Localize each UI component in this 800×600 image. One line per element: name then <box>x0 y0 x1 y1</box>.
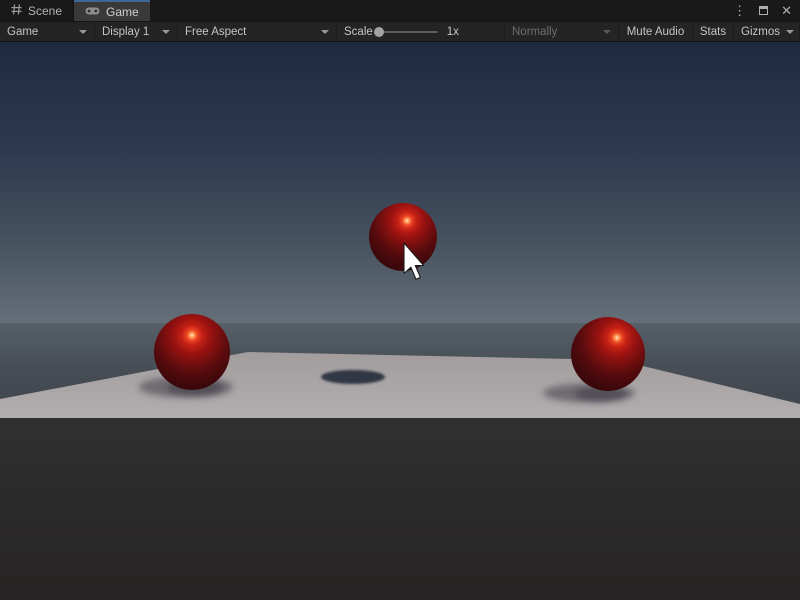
stats-label: Stats <box>700 26 726 38</box>
scale-slider-knob[interactable] <box>374 27 384 37</box>
view-mode-dropdown[interactable]: Game <box>0 22 95 41</box>
rendered-scene <box>0 42 800 600</box>
near-dark-ground <box>0 418 800 600</box>
red-sphere-left <box>154 314 230 390</box>
chevron-down-icon <box>321 30 329 34</box>
game-viewport[interactable] <box>0 42 800 600</box>
enter-play-mode-label: Normally <box>512 26 557 38</box>
tab-scene-label: Scene <box>28 4 62 18</box>
close-icon[interactable]: ✕ <box>781 3 792 19</box>
more-options-icon[interactable]: ⋮ <box>733 3 746 19</box>
gizmos-label: Gizmos <box>741 26 780 38</box>
center-sphere-shadow <box>321 370 385 384</box>
view-mode-label: Game <box>7 26 38 38</box>
enter-play-mode-dropdown[interactable]: Normally <box>505 22 619 41</box>
tab-scene[interactable]: Scene <box>0 0 74 21</box>
red-sphere-right <box>571 317 645 391</box>
tab-bar: Scene Game ⋮ ✕ <box>0 0 800 21</box>
tab-game[interactable]: Game <box>74 0 150 21</box>
display-label: Display 1 <box>102 26 149 38</box>
aspect-ratio-dropdown[interactable]: Free Aspect <box>178 22 337 41</box>
red-sphere-center <box>369 203 437 271</box>
scale-value: 1x <box>447 26 459 38</box>
stats-button[interactable]: Stats <box>693 22 734 41</box>
window-controls: ⋮ ✕ <box>733 0 800 21</box>
scale-slider[interactable] <box>376 31 438 33</box>
scale-control: Scale 1x <box>337 22 505 41</box>
chevron-down-icon <box>79 30 87 34</box>
mute-audio-button[interactable]: Mute Audio <box>619 22 693 41</box>
aspect-label: Free Aspect <box>185 26 246 38</box>
gamepad-icon <box>85 5 100 19</box>
maximize-icon[interactable] <box>759 6 768 15</box>
scale-label: Scale <box>344 26 373 38</box>
display-dropdown[interactable]: Display 1 <box>95 22 178 41</box>
tab-game-label: Game <box>106 5 139 19</box>
gizmos-dropdown[interactable]: Gizmos <box>734 22 800 41</box>
chevron-down-icon <box>162 30 170 34</box>
chevron-down-icon <box>603 30 611 34</box>
unity-game-window: Scene Game ⋮ ✕ Game Display 1 <box>0 0 800 600</box>
mute-audio-label: Mute Audio <box>627 26 685 38</box>
chevron-down-icon <box>786 30 794 34</box>
game-view-toolbar: Game Display 1 Free Aspect Scale 1x Norm… <box>0 21 800 42</box>
scene-grid-icon <box>11 4 22 17</box>
skybox <box>0 42 800 323</box>
